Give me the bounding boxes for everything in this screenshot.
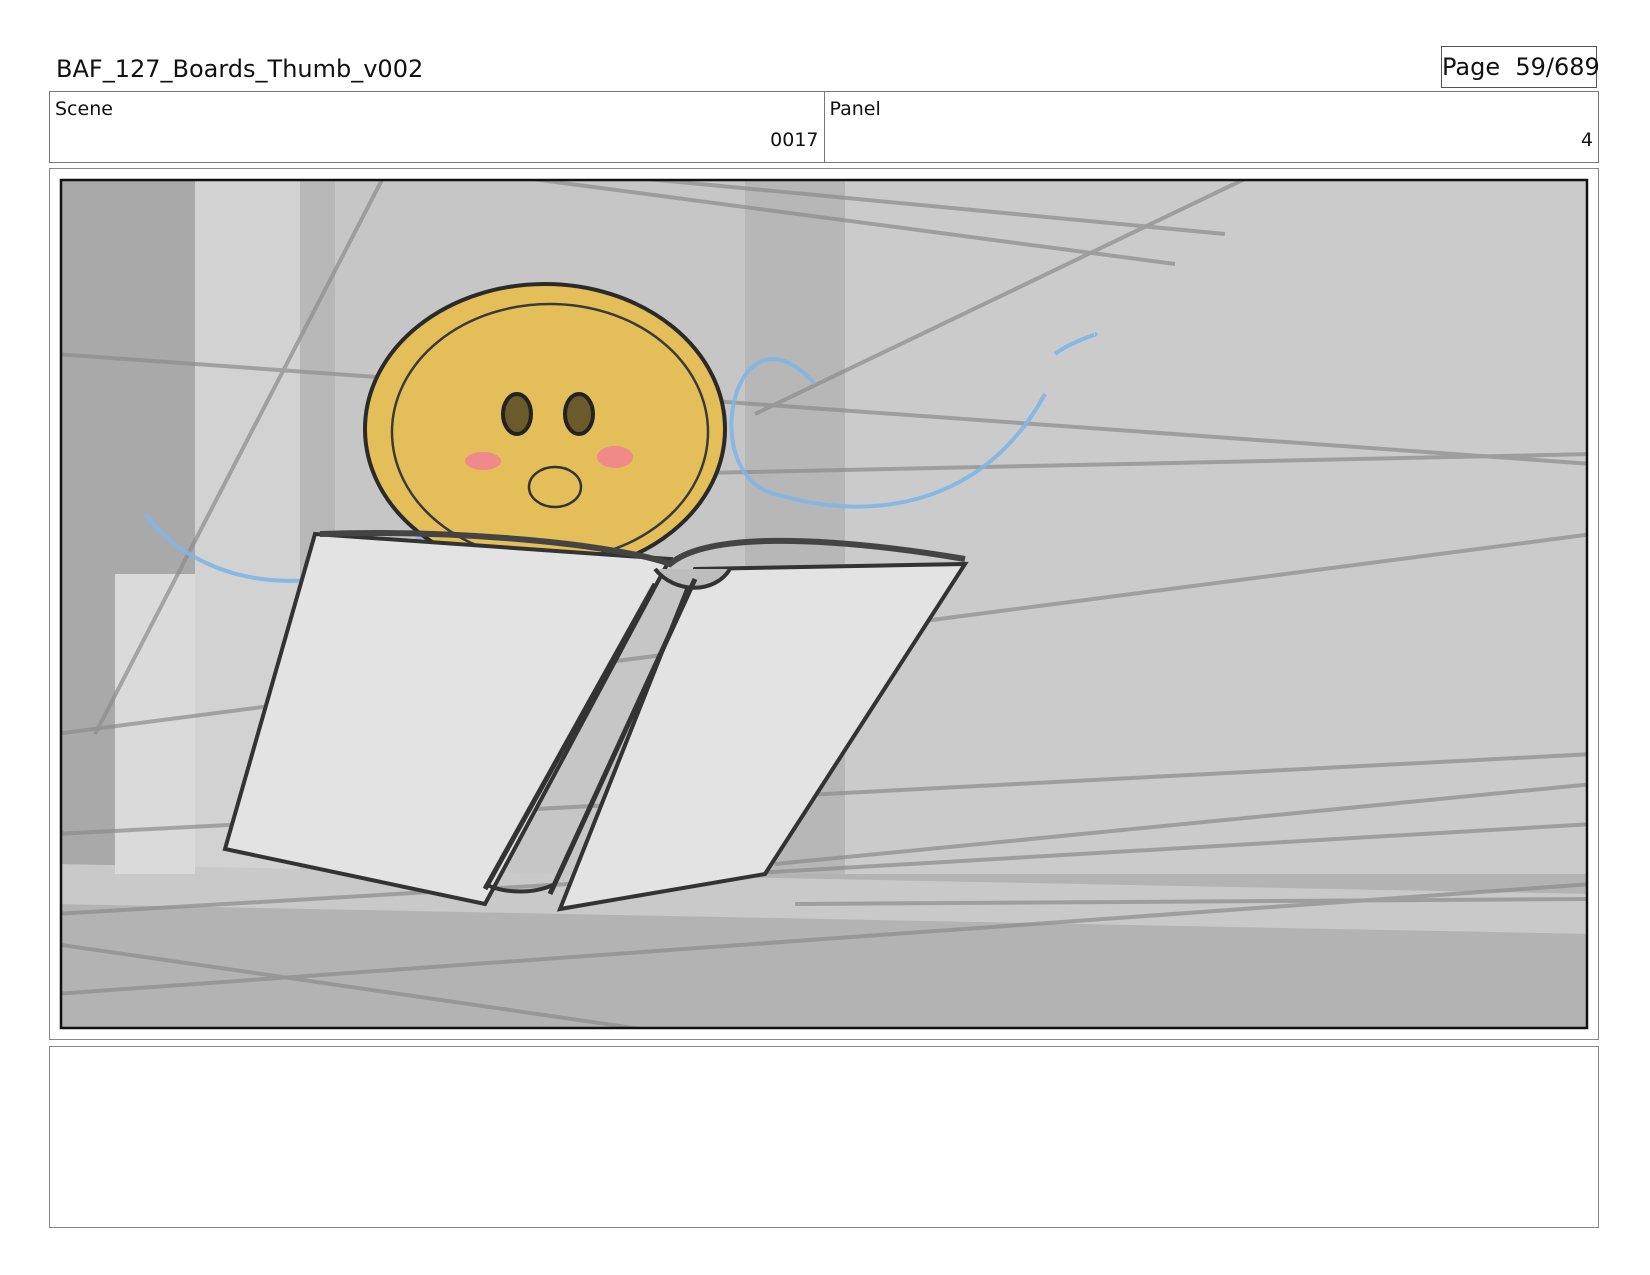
page-label: Page bbox=[1442, 53, 1501, 81]
storyboard-frame bbox=[49, 168, 1599, 1040]
notes-area[interactable] bbox=[49, 1046, 1599, 1228]
right-eye bbox=[563, 392, 595, 436]
panel-value: 4 bbox=[1580, 129, 1593, 151]
page-indicator: Page 59/689 bbox=[1441, 46, 1600, 88]
document-title: BAF_127_Boards_Thumb_v002 bbox=[56, 55, 424, 83]
coin-character bbox=[363, 282, 727, 576]
left-cheek bbox=[465, 452, 501, 470]
scene-panel-info: Scene 0017 Panel 4 bbox=[49, 91, 1599, 163]
scene-value: 0017 bbox=[770, 129, 819, 151]
panel-label: Panel bbox=[829, 98, 881, 120]
right-cheek bbox=[597, 446, 633, 468]
storyboard-drawing bbox=[59, 178, 1589, 1030]
scene-cell: Scene 0017 bbox=[50, 92, 824, 162]
page-number: 59/689 bbox=[1515, 53, 1600, 81]
scene-label: Scene bbox=[55, 98, 113, 120]
left-eye bbox=[501, 392, 533, 436]
panel-cell: Panel 4 bbox=[823, 92, 1599, 162]
